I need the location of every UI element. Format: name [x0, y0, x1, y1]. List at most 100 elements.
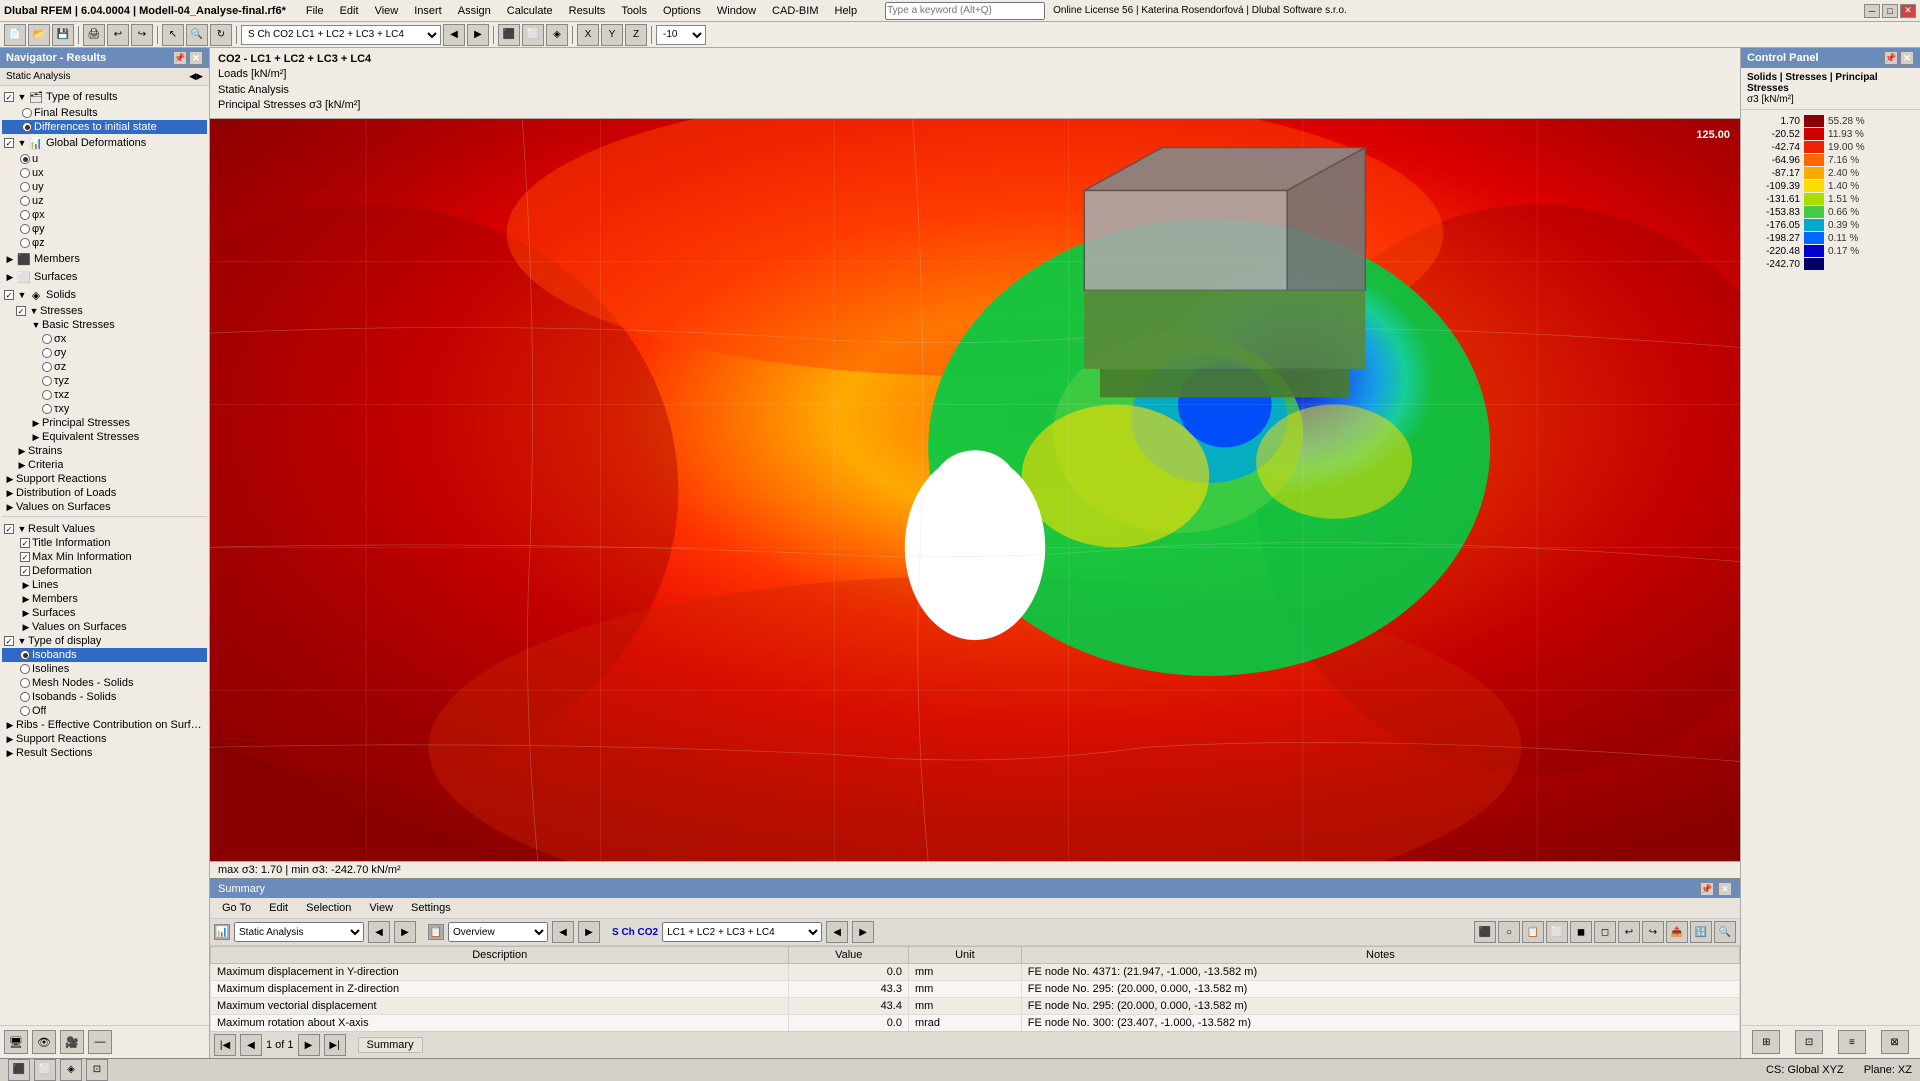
- edit-button[interactable]: Edit: [261, 900, 296, 916]
- menu-calculate[interactable]: Calculate: [499, 3, 561, 19]
- tree-sy[interactable]: σy: [2, 346, 207, 360]
- summary-pin-button[interactable]: 📌: [1700, 882, 1714, 896]
- tree-tyz[interactable]: τyz: [2, 374, 207, 388]
- view-button[interactable]: View: [361, 900, 401, 916]
- nav-arrows[interactable]: ◀▶: [189, 71, 203, 82]
- txy-radio[interactable]: [42, 404, 52, 414]
- off-radio[interactable]: [20, 706, 30, 716]
- tree-members[interactable]: ▶ ⬛ Members: [2, 250, 207, 268]
- tree-uy[interactable]: uy: [2, 180, 207, 194]
- menu-view[interactable]: View: [367, 3, 407, 19]
- tree-type-of-results[interactable]: ✓ ▼ 🗂 Type of results: [2, 88, 207, 106]
- nav-display-button[interactable]: 🖥: [4, 1030, 28, 1054]
- summary-tab[interactable]: Summary: [358, 1037, 423, 1053]
- tree-deformation[interactable]: ✓ Deformation: [2, 564, 207, 578]
- tree-txy[interactable]: τxy: [2, 402, 207, 416]
- search-input[interactable]: [885, 2, 1045, 20]
- tree-isolines[interactable]: Isolines: [2, 662, 207, 676]
- isobands-radio[interactable]: [20, 650, 30, 660]
- tree-criteria[interactable]: ▶ Criteria: [2, 458, 207, 472]
- support2-expand[interactable]: ▶: [4, 733, 16, 745]
- select-button[interactable]: ↖: [162, 24, 184, 46]
- axis-z-button[interactable]: Z: [625, 24, 647, 46]
- tree-mesh-nodes-solids[interactable]: Mesh Nodes - Solids: [2, 676, 207, 690]
- zoom-button[interactable]: 🔍: [186, 24, 208, 46]
- axis-y-button[interactable]: Y: [601, 24, 623, 46]
- menu-help[interactable]: Help: [827, 3, 866, 19]
- support-expand[interactable]: ▶: [4, 473, 16, 485]
- analysis-type-select[interactable]: Static Analysis: [234, 922, 364, 942]
- lc-next-button[interactable]: ▶: [852, 921, 874, 943]
- tree-px[interactable]: φx: [2, 208, 207, 222]
- stresses-expand[interactable]: ▼: [28, 305, 40, 317]
- isolines-radio[interactable]: [20, 664, 30, 674]
- static-analysis-selector[interactable]: Static Analysis ◀▶: [0, 68, 209, 86]
- menu-insert[interactable]: Insert: [406, 3, 450, 19]
- uz-radio[interactable]: [20, 196, 30, 206]
- cp-bottom-3[interactable]: ≡: [1838, 1030, 1866, 1054]
- summary-action-4[interactable]: ⬜: [1546, 921, 1568, 943]
- sy-radio[interactable]: [42, 348, 52, 358]
- tree-differences[interactable]: Differences to initial state: [2, 120, 207, 134]
- menu-tools[interactable]: Tools: [613, 3, 655, 19]
- val-surf-rv-expand[interactable]: ▶: [20, 621, 32, 633]
- tree-support-reactions-2[interactable]: ▶ Support Reactions: [2, 732, 207, 746]
- tree-values-on-surfaces-rv[interactable]: ▶ Values on Surfaces: [2, 620, 207, 634]
- txz-radio[interactable]: [42, 390, 52, 400]
- solids-expand[interactable]: ▼: [16, 289, 28, 301]
- uy-radio[interactable]: [20, 182, 30, 192]
- tree-result-sections[interactable]: ▶ Result Sections: [2, 746, 207, 760]
- result-sections-expand[interactable]: ▶: [4, 747, 16, 759]
- tree-isobands-solids[interactable]: Isobands - Solids: [2, 690, 207, 704]
- nav-extra-button[interactable]: —: [88, 1030, 112, 1054]
- status-icon-1[interactable]: ⬛: [8, 1059, 30, 1081]
- maxmin-checkbox[interactable]: ✓: [20, 552, 30, 562]
- print-button[interactable]: 🖨: [83, 24, 105, 46]
- goto-button[interactable]: Go To: [214, 900, 259, 916]
- deformation-checkbox[interactable]: ✓: [20, 566, 30, 576]
- global-def-checkbox[interactable]: ✓: [4, 138, 14, 148]
- ribs-expand[interactable]: ▶: [4, 719, 16, 731]
- open-button[interactable]: 📂: [28, 24, 50, 46]
- overview-prev-button[interactable]: ◀: [552, 921, 574, 943]
- tree-uz[interactable]: uz: [2, 194, 207, 208]
- tree-distribution-of-loads[interactable]: ▶ Distribution of Loads: [2, 486, 207, 500]
- maximize-button[interactable]: □: [1882, 4, 1898, 18]
- menu-results[interactable]: Results: [561, 3, 614, 19]
- menu-edit[interactable]: Edit: [332, 3, 367, 19]
- type-display-expand[interactable]: ▼: [16, 635, 28, 647]
- cp-bottom-4[interactable]: ⊠: [1881, 1030, 1909, 1054]
- wire-button[interactable]: ⬜: [522, 24, 544, 46]
- tree-stresses[interactable]: ✓ ▼ Stresses: [2, 304, 207, 318]
- lc-select[interactable]: LC1 + LC2 + LC3 + LC4: [662, 922, 822, 942]
- axis-x-button[interactable]: X: [577, 24, 599, 46]
- menu-assign[interactable]: Assign: [450, 3, 499, 19]
- tree-surfaces[interactable]: ▶ ⬜ Surfaces: [2, 268, 207, 286]
- tree-sz[interactable]: σz: [2, 360, 207, 374]
- tree-final-results[interactable]: Final Results: [2, 106, 207, 120]
- tree-title-information[interactable]: ✓ Title Information: [2, 536, 207, 550]
- new-button[interactable]: 📄: [4, 24, 26, 46]
- cp-bottom-2[interactable]: ⊡: [1795, 1030, 1823, 1054]
- lines-expand[interactable]: ▶: [20, 579, 32, 591]
- basic-stresses-expand[interactable]: ▼: [30, 319, 42, 331]
- scale-select[interactable]: -10: [656, 25, 706, 45]
- settings-button[interactable]: Settings: [403, 900, 459, 916]
- py-radio[interactable]: [20, 224, 30, 234]
- overview-select[interactable]: Overview: [448, 922, 548, 942]
- tree-solids[interactable]: ✓ ▼ ◈ Solids: [2, 286, 207, 304]
- criteria-expand[interactable]: ▶: [16, 459, 28, 471]
- undo-button[interactable]: ↩: [107, 24, 129, 46]
- pz-radio[interactable]: [20, 238, 30, 248]
- stresses-checkbox[interactable]: ✓: [16, 306, 26, 316]
- result-values-checkbox[interactable]: ✓: [4, 524, 14, 534]
- members-rv-expand[interactable]: ▶: [20, 593, 32, 605]
- distrib-expand[interactable]: ▶: [4, 487, 16, 499]
- menu-options[interactable]: Options: [655, 3, 709, 19]
- cp-pin-button[interactable]: 📌: [1884, 51, 1898, 65]
- tree-ribs[interactable]: ▶ Ribs - Effective Contribution on Surfa…: [2, 718, 207, 732]
- summary-action-8[interactable]: ↪: [1642, 921, 1664, 943]
- tree-equivalent-stresses[interactable]: ▶ Equivalent Stresses: [2, 430, 207, 444]
- iso-button[interactable]: ◈: [546, 24, 568, 46]
- overview-next-button[interactable]: ▶: [578, 921, 600, 943]
